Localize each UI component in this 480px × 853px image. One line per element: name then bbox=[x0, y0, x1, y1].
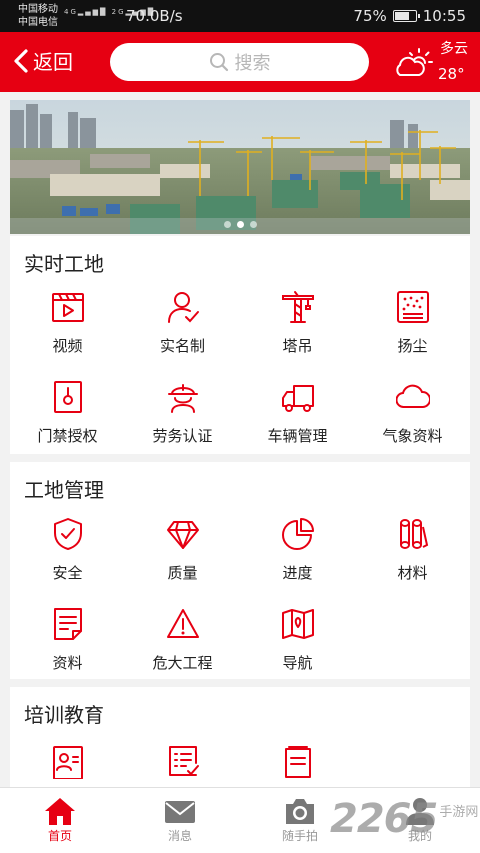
section-training: 培训教育 bbox=[10, 687, 470, 787]
section-title: 实时工地 bbox=[24, 252, 104, 276]
booklet-icon bbox=[285, 746, 311, 778]
tile-label: 车辆管理 bbox=[267, 427, 328, 445]
watermark: 2265 手游网 bbox=[330, 792, 478, 842]
tab-home[interactable]: 首页 bbox=[0, 788, 120, 853]
camera-icon bbox=[286, 799, 314, 824]
tile-label: 材料 bbox=[397, 564, 428, 582]
carousel-dot[interactable] bbox=[223, 221, 231, 228]
carousel-dot-active[interactable] bbox=[236, 221, 244, 228]
pie-chart-icon bbox=[282, 518, 314, 550]
tile-vehicle-mgmt[interactable]: 车辆管理 bbox=[240, 380, 355, 460]
net-speed: 70.0B/s bbox=[126, 7, 183, 25]
section-live-site: 实时工地 视频 实名制 塔吊 扬尘 门禁授权 劳务认证 车辆管理 气象资料 bbox=[10, 236, 470, 454]
tile-navigation[interactable]: 导航 bbox=[240, 607, 355, 687]
carrier-2: 中国电信 bbox=[18, 17, 58, 28]
tile-quality[interactable]: 质量 bbox=[125, 517, 240, 597]
status-bar: 中国移动 中国电信 4G▂▄▆█ 2G▂▄▆█ 70.0B/s 75% 10:5… bbox=[0, 0, 480, 32]
tile-label: 导航 bbox=[282, 654, 313, 672]
partly-cloudy-icon[interactable] bbox=[392, 48, 434, 78]
section-site-management: 工地管理 安全 质量 进度 材料 资料 危大工程 导航 bbox=[10, 462, 470, 679]
warning-icon bbox=[167, 609, 199, 638]
search-input[interactable]: 搜索 bbox=[110, 43, 369, 81]
tile-label: 危大工程 bbox=[152, 654, 213, 672]
tile-hazard-projects[interactable]: 危大工程 bbox=[125, 607, 240, 687]
home-icon bbox=[45, 798, 75, 825]
worker-helmet-icon bbox=[168, 384, 198, 413]
carrier-1: 中国移动 bbox=[18, 4, 58, 15]
tile-label: 门禁授权 bbox=[37, 427, 98, 445]
section-title: 工地管理 bbox=[24, 478, 104, 502]
map-icon bbox=[282, 609, 314, 639]
section-title: 培训教育 bbox=[24, 703, 104, 727]
materials-icon bbox=[400, 519, 429, 549]
carousel-dot[interactable] bbox=[249, 221, 257, 228]
access-control-icon bbox=[54, 381, 82, 413]
tile-label: 安全 bbox=[52, 564, 83, 582]
tile-label: 劳务认证 bbox=[152, 427, 213, 445]
cloud-icon bbox=[396, 384, 430, 408]
tile-dust[interactable]: 扬尘 bbox=[355, 290, 470, 370]
watermark-text: 手游网 bbox=[439, 805, 479, 820]
tile-materials[interactable]: 材料 bbox=[355, 517, 470, 597]
tile-real-name[interactable]: 实名制 bbox=[125, 290, 240, 370]
clock: 10:55 bbox=[422, 7, 466, 25]
tile-progress[interactable]: 进度 bbox=[240, 517, 355, 597]
construction-site-photo bbox=[10, 100, 470, 234]
tab-messages[interactable]: 消息 bbox=[120, 788, 240, 853]
tile-label: 质量 bbox=[167, 564, 198, 582]
top-header: 返回 搜索 多云 28° bbox=[0, 32, 480, 92]
video-icon bbox=[52, 293, 84, 322]
truck-icon bbox=[282, 385, 314, 412]
search-placeholder: 搜索 bbox=[234, 53, 271, 74]
tile-label: 实名制 bbox=[159, 337, 205, 355]
shield-check-icon bbox=[54, 518, 82, 550]
tab-label: 首页 bbox=[47, 829, 72, 843]
tile-weather-data[interactable]: 气象资料 bbox=[355, 380, 470, 460]
tile-label: 扬尘 bbox=[397, 337, 428, 355]
back-label: 返回 bbox=[33, 50, 73, 74]
chevron-left-icon bbox=[14, 48, 28, 73]
tile-label: 视频 bbox=[52, 337, 83, 355]
search-icon bbox=[209, 53, 228, 72]
watermark-number: 2265 bbox=[330, 796, 438, 842]
tile-label: 资料 bbox=[52, 654, 83, 672]
tile-label: 气象资料 bbox=[382, 427, 443, 445]
weather-temperature: 28° bbox=[438, 65, 465, 83]
dust-icon bbox=[397, 291, 429, 323]
user-check-icon bbox=[168, 292, 199, 323]
tile-documents[interactable]: 资料 bbox=[10, 607, 125, 687]
tile-safety[interactable]: 安全 bbox=[10, 517, 125, 597]
weather-condition: 多云 bbox=[440, 41, 468, 57]
document-icon bbox=[54, 608, 82, 640]
back-button[interactable]: 返回 bbox=[12, 46, 73, 75]
banner-carousel[interactable] bbox=[10, 100, 470, 234]
tile-label: 进度 bbox=[282, 564, 313, 582]
tile-video[interactable]: 视频 bbox=[10, 290, 125, 370]
tile-label: 塔吊 bbox=[282, 337, 313, 355]
tile-worker-cert[interactable]: 劳务认证 bbox=[125, 380, 240, 460]
mail-icon bbox=[165, 801, 195, 823]
battery-icon bbox=[392, 10, 420, 22]
tile-tower-crane[interactable]: 塔吊 bbox=[240, 290, 355, 370]
tower-crane-icon bbox=[282, 291, 314, 323]
battery-percent: 75% bbox=[353, 7, 387, 25]
checklist-icon bbox=[169, 746, 199, 776]
id-card-icon bbox=[53, 746, 83, 779]
tab-label: 消息 bbox=[167, 829, 192, 843]
carousel-indicator bbox=[10, 221, 470, 228]
diamond-icon bbox=[167, 521, 199, 549]
tile-access-control[interactable]: 门禁授权 bbox=[10, 380, 125, 460]
